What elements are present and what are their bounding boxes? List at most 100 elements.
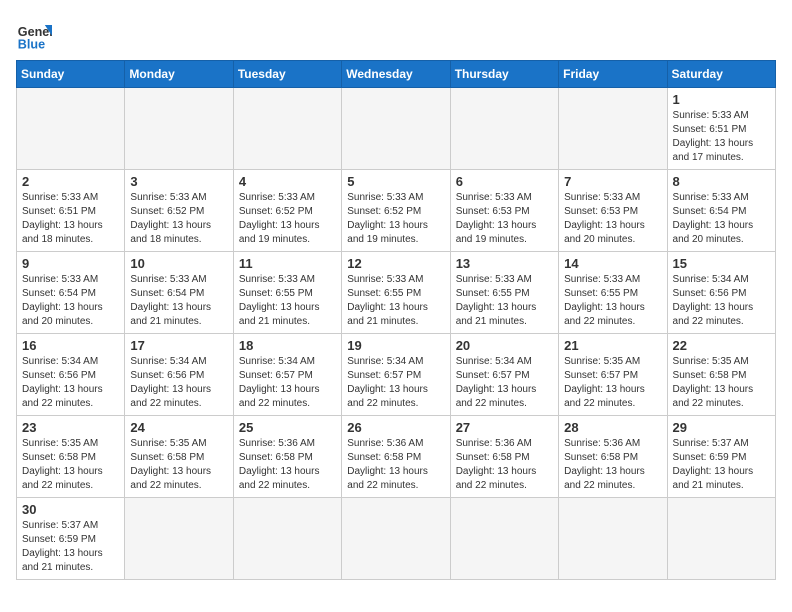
calendar-day-8: 8Sunrise: 5:33 AM Sunset: 6:54 PM Daylig… (667, 170, 775, 252)
day-info: Sunrise: 5:33 AM Sunset: 6:51 PM Dayligh… (22, 191, 119, 247)
calendar-day-empty (125, 498, 233, 580)
logo: General Blue (16, 16, 52, 52)
svg-text:Blue: Blue (18, 37, 45, 51)
calendar-day-14: 14 Sunrise: 5:33 AM Sunset: 6:55 PM Dayli… (559, 252, 667, 334)
weekday-header-monday: Monday (125, 61, 233, 88)
day-number: 26 (347, 420, 444, 435)
calendar-day-empty (559, 88, 667, 170)
day-info: Sunrise: 5:36 AM Sunset: 6:58 PM Dayligh… (456, 437, 553, 493)
calendar-day-20: 20Sunrise: 5:34 AM Sunset: 6:57 PM Dayli… (450, 334, 558, 416)
calendar-day-19: 19 Sunrise: 5:34 AM Sunset: 6:57 PM Dayli… (342, 334, 450, 416)
weekday-header-thursday: Thursday (450, 61, 558, 88)
day-number: 6 (456, 174, 553, 189)
day-number: 28 (564, 420, 661, 435)
calendar-day-empty (450, 498, 558, 580)
day-info: Sunrise: 5:35 AM Sunset: 6:57 PM Dayligh… (564, 355, 661, 411)
calendar-day-empty (667, 498, 775, 580)
day-info: Sunrise: 5:33 AM Sunset: 6:55 PM Dayligh… (239, 273, 336, 329)
day-info: Sunrise: 5:33 AM Sunset: 6:53 PM Dayligh… (564, 191, 661, 247)
day-info: Sunrise: 5:33 AM Sunset: 6:51 PM Dayligh… (673, 109, 770, 165)
day-number: 9 (22, 256, 119, 271)
day-info: Sunrise: 5:36 AM Sunset: 6:58 PM Dayligh… (564, 437, 661, 493)
logo-icon: General Blue (16, 16, 52, 52)
calendar-week-row: 30 Sunrise: 5:37 AM Sunset: 6:59 PM Dayli… (17, 498, 776, 580)
calendar-day-21: 21 Sunrise: 5:35 AM Sunset: 6:57 PM Dayli… (559, 334, 667, 416)
calendar-day-empty (233, 88, 341, 170)
day-number: 10 (130, 256, 227, 271)
day-info: Sunrise: 5:36 AM Sunset: 6:58 PM Dayligh… (239, 437, 336, 493)
day-number: 16 (22, 338, 119, 353)
day-info: Sunrise: 5:34 AM Sunset: 6:56 PM Dayligh… (130, 355, 227, 411)
day-number: 29 (673, 420, 770, 435)
calendar-week-row: 2 Sunrise: 5:33 AM Sunset: 6:51 PM Daylig… (17, 170, 776, 252)
weekday-header-saturday: Saturday (667, 61, 775, 88)
day-info: Sunrise: 5:33 AM Sunset: 6:52 PM Dayligh… (347, 191, 444, 247)
calendar-day-empty (17, 88, 125, 170)
calendar-day-empty (559, 498, 667, 580)
day-info: Sunrise: 5:34 AM Sunset: 6:57 PM Dayligh… (347, 355, 444, 411)
calendar-day-26: 26 Sunrise: 5:36 AM Sunset: 6:58 PM Dayli… (342, 416, 450, 498)
day-number: 2 (22, 174, 119, 189)
calendar-day-27: 27 Sunrise: 5:36 AM Sunset: 6:58 PM Dayli… (450, 416, 558, 498)
day-info: Sunrise: 5:36 AM Sunset: 6:58 PM Dayligh… (347, 437, 444, 493)
day-info: Sunrise: 5:33 AM Sunset: 6:52 PM Dayligh… (130, 191, 227, 247)
day-number: 13 (456, 256, 553, 271)
day-number: 15 (673, 256, 770, 271)
day-number: 12 (347, 256, 444, 271)
day-info: Sunrise: 5:33 AM Sunset: 6:53 PM Dayligh… (456, 191, 553, 247)
day-info: Sunrise: 5:34 AM Sunset: 6:57 PM Dayligh… (239, 355, 336, 411)
day-number: 21 (564, 338, 661, 353)
day-number: 30 (22, 502, 119, 517)
calendar-day-15: 15 Sunrise: 5:34 AM Sunset: 6:56 PM Dayli… (667, 252, 775, 334)
day-number: 22 (673, 338, 770, 353)
calendar-day-2: 2 Sunrise: 5:33 AM Sunset: 6:51 PM Daylig… (17, 170, 125, 252)
calendar-day-30: 30 Sunrise: 5:37 AM Sunset: 6:59 PM Dayli… (17, 498, 125, 580)
weekday-header-sunday: Sunday (17, 61, 125, 88)
calendar-day-28: 28 Sunrise: 5:36 AM Sunset: 6:58 PM Dayli… (559, 416, 667, 498)
calendar-day-17: 17Sunrise: 5:34 AM Sunset: 6:56 PM Dayli… (125, 334, 233, 416)
day-info: Sunrise: 5:33 AM Sunset: 6:52 PM Dayligh… (239, 191, 336, 247)
calendar-day-10: 10 Sunrise: 5:33 AM Sunset: 6:54 PM Dayli… (125, 252, 233, 334)
day-info: Sunrise: 5:35 AM Sunset: 6:58 PM Dayligh… (130, 437, 227, 493)
calendar-day-13: 13 Sunrise: 5:33 AM Sunset: 6:55 PM Dayli… (450, 252, 558, 334)
calendar-day-4: 4Sunrise: 5:33 AM Sunset: 6:52 PM Daylig… (233, 170, 341, 252)
calendar-week-row: 1Sunrise: 5:33 AM Sunset: 6:51 PM Daylig… (17, 88, 776, 170)
day-number: 18 (239, 338, 336, 353)
day-info: Sunrise: 5:35 AM Sunset: 6:58 PM Dayligh… (673, 355, 770, 411)
day-info: Sunrise: 5:33 AM Sunset: 6:55 PM Dayligh… (564, 273, 661, 329)
calendar-week-row: 9 Sunrise: 5:33 AM Sunset: 6:54 PM Daylig… (17, 252, 776, 334)
calendar-day-18: 18 Sunrise: 5:34 AM Sunset: 6:57 PM Dayli… (233, 334, 341, 416)
day-info: Sunrise: 5:33 AM Sunset: 6:54 PM Dayligh… (22, 273, 119, 329)
day-number: 3 (130, 174, 227, 189)
day-info: Sunrise: 5:37 AM Sunset: 6:59 PM Dayligh… (673, 437, 770, 493)
day-number: 5 (347, 174, 444, 189)
day-number: 19 (347, 338, 444, 353)
calendar-day-23: 23Sunrise: 5:35 AM Sunset: 6:58 PM Dayli… (17, 416, 125, 498)
day-info: Sunrise: 5:37 AM Sunset: 6:59 PM Dayligh… (22, 519, 119, 575)
calendar-day-6: 6 Sunrise: 5:33 AM Sunset: 6:53 PM Daylig… (450, 170, 558, 252)
calendar-day-29: 29 Sunrise: 5:37 AM Sunset: 6:59 PM Dayli… (667, 416, 775, 498)
day-info: Sunrise: 5:34 AM Sunset: 6:56 PM Dayligh… (22, 355, 119, 411)
calendar-table: SundayMondayTuesdayWednesdayThursdayFrid… (16, 60, 776, 580)
page-header: General Blue (16, 16, 776, 52)
calendar-day-3: 3 Sunrise: 5:33 AM Sunset: 6:52 PM Daylig… (125, 170, 233, 252)
day-number: 27 (456, 420, 553, 435)
calendar-day-empty (125, 88, 233, 170)
day-number: 23 (22, 420, 119, 435)
calendar-day-empty (342, 498, 450, 580)
day-number: 14 (564, 256, 661, 271)
calendar-week-row: 23 Sunrise: 5:35 AM Sunset: 6:58 PM Dayli… (17, 416, 776, 498)
day-number: 7 (564, 174, 661, 189)
day-info: Sunrise: 5:34 AM Sunset: 6:56 PM Dayligh… (673, 273, 770, 329)
weekday-header-friday: Friday (559, 61, 667, 88)
day-info: Sunrise: 5:33 AM Sunset: 6:54 PM Dayligh… (130, 273, 227, 329)
calendar-day-empty (450, 88, 558, 170)
calendar-day-7: 7 Sunrise: 5:33 AM Sunset: 6:53 PM Daylig… (559, 170, 667, 252)
calendar-day-25: 25Sunrise: 5:36 AM Sunset: 6:58 PM Dayli… (233, 416, 341, 498)
calendar-day-12: 12Sunrise: 5:33 AM Sunset: 6:55 PM Dayli… (342, 252, 450, 334)
weekday-header-wednesday: Wednesday (342, 61, 450, 88)
calendar-day-22: 22 Sunrise: 5:35 AM Sunset: 6:58 PM Dayli… (667, 334, 775, 416)
day-info: Sunrise: 5:33 AM Sunset: 6:55 PM Dayligh… (456, 273, 553, 329)
calendar-day-1: 1Sunrise: 5:33 AM Sunset: 6:51 PM Daylig… (667, 88, 775, 170)
calendar-week-row: 16 Sunrise: 5:34 AM Sunset: 6:56 PM Dayli… (17, 334, 776, 416)
